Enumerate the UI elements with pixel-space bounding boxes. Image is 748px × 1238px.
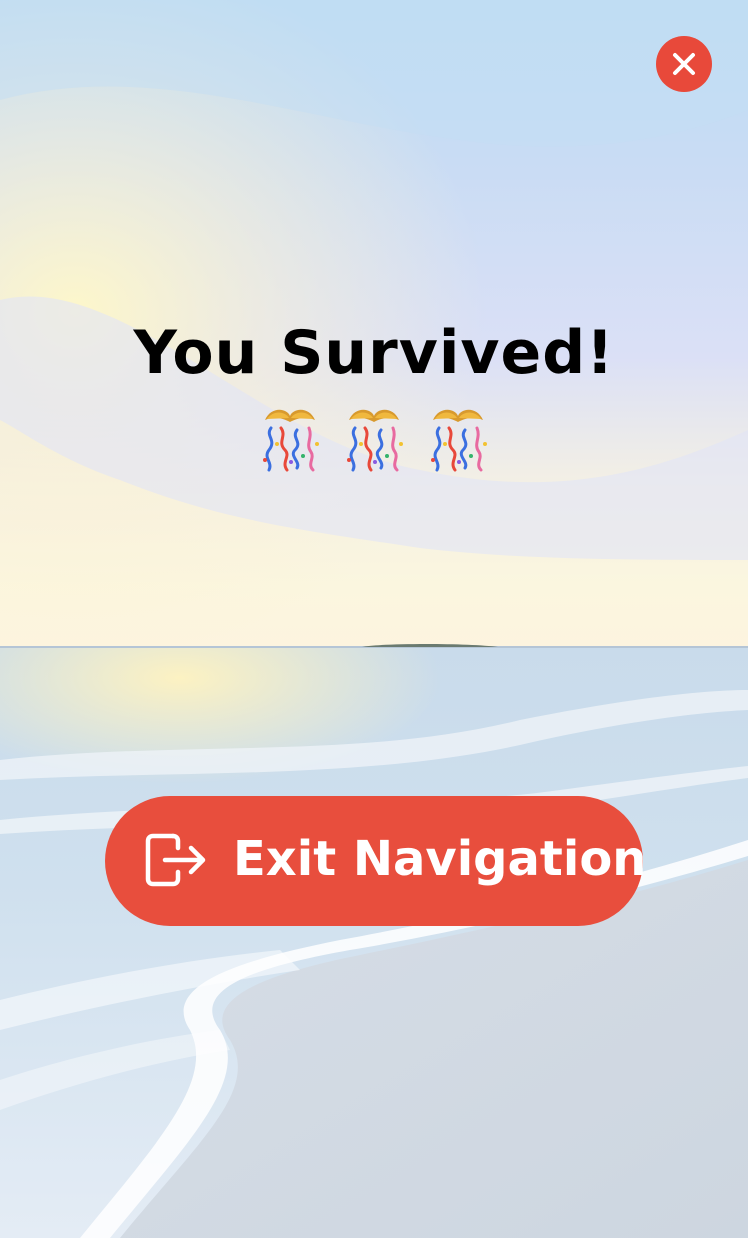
party-popper-icon <box>263 409 319 472</box>
exit-icon <box>145 833 206 887</box>
exit-navigation-label: Exit Navigation <box>233 831 647 887</box>
party-popper-icon <box>431 409 487 472</box>
party-popper-icon <box>347 409 403 472</box>
close-icon <box>673 53 695 75</box>
exit-navigation-button[interactable]: Exit Navigation <box>105 796 647 926</box>
page-title: You Survived! <box>133 318 615 388</box>
celebration-emoji-row <box>0 404 748 474</box>
close-button[interactable] <box>656 36 712 92</box>
beach-background-image <box>0 0 748 1238</box>
